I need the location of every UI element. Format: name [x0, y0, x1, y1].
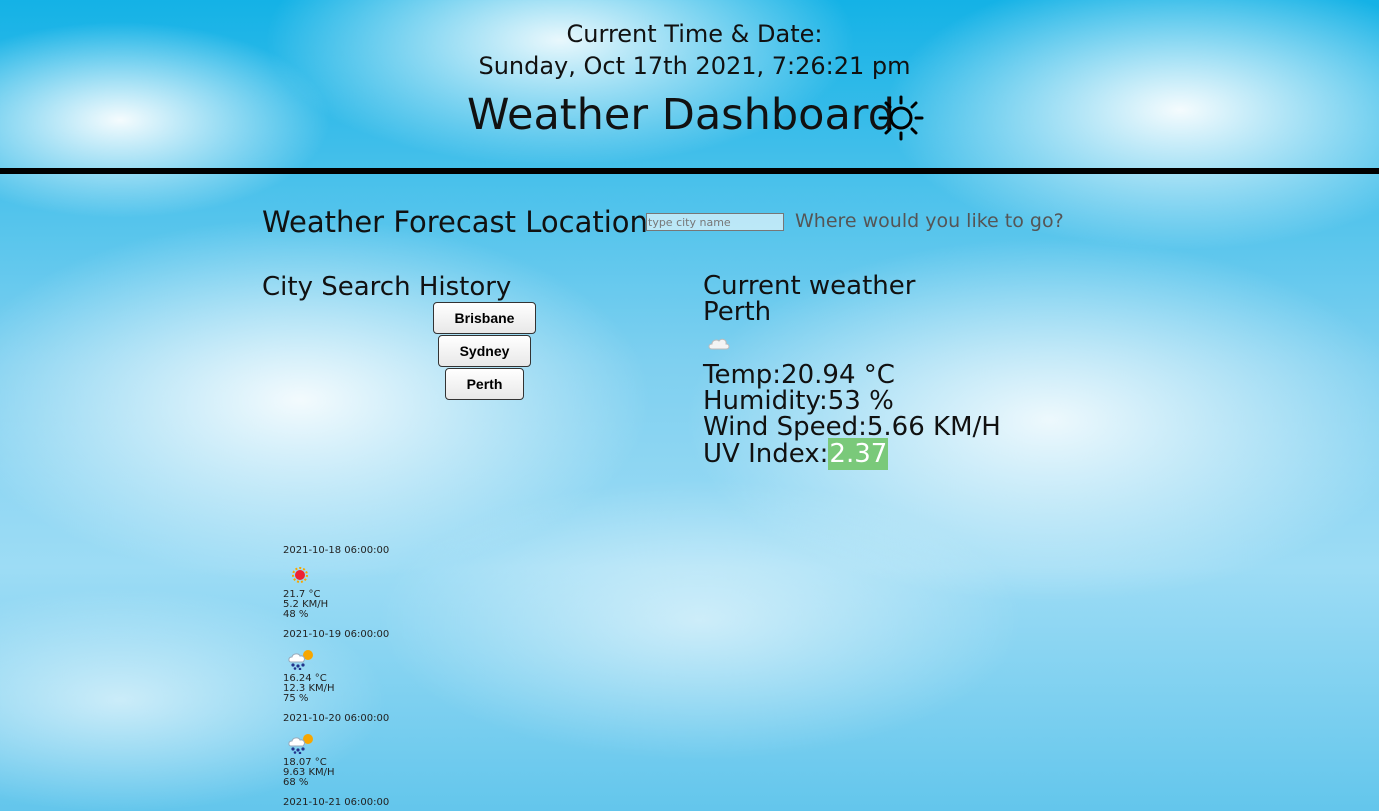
- forecast-date: 2021-10-21 06:00:00: [283, 797, 390, 808]
- forecast-humidity: 68 %: [283, 777, 309, 788]
- uv-value-badge: 2.37: [828, 438, 889, 470]
- current-wind-speed: Wind Speed:5.66 KM/H: [703, 412, 1001, 442]
- forecast-day-3: 2021-10-20 06:00:00 18.07 °C 9.63 KM/H 6…: [283, 714, 389, 788]
- current-temp: Temp:20.94 °C: [703, 360, 895, 390]
- header-divider: [0, 168, 1379, 174]
- sun-icon: [292, 567, 308, 583]
- search-history-title: City Search History: [262, 272, 512, 302]
- snow-cloud-sun-icon: [288, 650, 313, 670]
- forecast-day-4: 2021-10-21 06:00:00: [283, 798, 389, 808]
- current-weather-title: Current weather: [703, 271, 916, 301]
- sun-icon: [878, 95, 924, 141]
- cloud-icon: [708, 338, 730, 350]
- history-city-button-brisbane[interactable]: Brisbane: [433, 302, 536, 334]
- history-city-button-perth[interactable]: Perth: [445, 368, 524, 400]
- current-weather-city: Perth: [703, 297, 772, 327]
- page-title: Weather Dashboard: [467, 90, 896, 140]
- forecast-day-2: 2021-10-19 06:00:00 16.24 °C 12.3 KM/H 7…: [283, 630, 389, 704]
- search-label: Weather Forecast Location: [262, 205, 648, 239]
- snow-cloud-sun-icon: [288, 734, 313, 754]
- forecast-date: 2021-10-18 06:00:00: [283, 545, 390, 556]
- forecast-humidity: 48 %: [283, 609, 309, 620]
- search-hint: Where would you like to go?: [795, 210, 1064, 232]
- current-time-label: Current Time & Date:: [566, 20, 823, 48]
- forecast-date: 2021-10-19 06:00:00: [283, 629, 390, 640]
- current-time-value: Sunday, Oct 17th 2021, 7:26:21 pm: [478, 52, 911, 80]
- forecast-humidity: 75 %: [283, 693, 309, 704]
- current-uv-index: UV Index:2.37: [703, 438, 889, 470]
- city-search-input[interactable]: [646, 213, 784, 231]
- forecast-date: 2021-10-20 06:00:00: [283, 713, 390, 724]
- current-humidity: Humidity:53 %: [703, 386, 894, 416]
- forecast-day-1: 2021-10-18 06:00:00 21.7 °C 5.2 KM/H 48 …: [283, 546, 389, 620]
- history-city-button-sydney[interactable]: Sydney: [438, 335, 531, 367]
- uv-label: UV Index:: [703, 439, 829, 469]
